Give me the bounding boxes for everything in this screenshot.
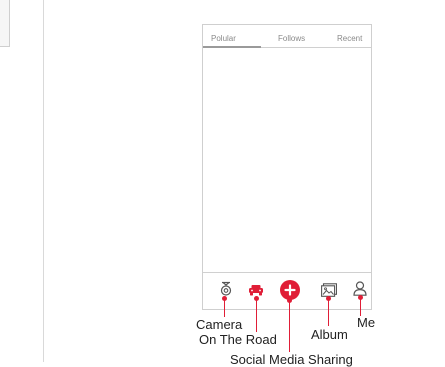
- phone-screen: Polular Follows Recent: [202, 24, 372, 310]
- me-label: Me: [357, 315, 376, 330]
- camera-label: Camera: [196, 317, 243, 332]
- left-divider: [43, 0, 44, 362]
- on-the-road-callout-line: [256, 298, 257, 332]
- album-label: Album: [311, 327, 348, 342]
- person-icon[interactable]: [353, 281, 367, 296]
- social-media-sharing-label: Social Media Sharing: [230, 352, 353, 367]
- album-callout-line: [328, 298, 329, 326]
- feed-content[interactable]: [203, 48, 371, 294]
- album-icon[interactable]: [321, 283, 337, 297]
- tab-bar: Polular Follows Recent: [203, 25, 371, 48]
- plus-icon[interactable]: [280, 280, 300, 300]
- on-the-road-label: On The Road: [199, 332, 277, 347]
- bottom-nav-divider: [203, 272, 371, 273]
- tab-follows[interactable]: Follows: [278, 34, 305, 43]
- camera-callout-line: [224, 298, 225, 317]
- tab-popular[interactable]: Polular: [211, 34, 236, 43]
- camera-icon[interactable]: [219, 281, 233, 296]
- social-sharing-callout-line: [289, 300, 290, 352]
- me-callout-line: [360, 297, 361, 316]
- left-panel-fragment: [0, 0, 10, 47]
- car-icon[interactable]: [248, 284, 264, 296]
- tab-recent[interactable]: Recent: [337, 34, 362, 43]
